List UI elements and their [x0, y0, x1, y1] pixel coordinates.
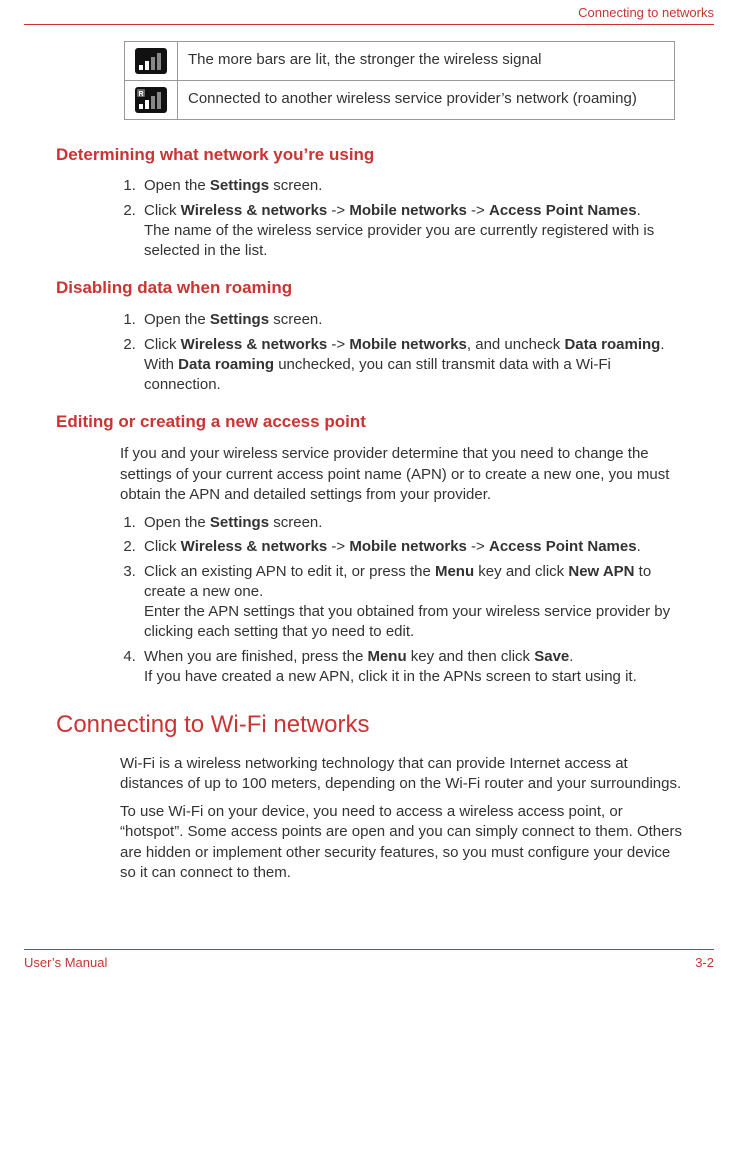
wifi-paragraph-1: Wi-Fi is a wireless networking technolog…	[120, 754, 682, 795]
list-item: Click Wireless & networks -> Mobile netw…	[140, 335, 682, 396]
list-item: Click Wireless & networks -> Mobile netw…	[140, 201, 682, 262]
footer-manual-label: User’s Manual	[24, 954, 107, 972]
disable-roaming-steps: Open the Settings screen. Click Wireless…	[120, 310, 682, 395]
list-item: Click an existing APN to edit it, or pre…	[140, 562, 682, 643]
wifi-paragraph-2: To use Wi-Fi on your device, you need to…	[120, 802, 682, 883]
determine-network-steps: Open the Settings screen. Click Wireless…	[120, 176, 682, 261]
roaming-description: Connected to another wireless service pr…	[178, 80, 675, 119]
signal-bars-icon	[135, 48, 167, 74]
list-item: When you are finished, press the Menu ke…	[140, 647, 682, 688]
heading-disable-roaming: Disabling data when roaming	[56, 277, 682, 300]
heading-wifi: Connecting to Wi-Fi networks	[56, 709, 682, 741]
list-item: Open the Settings screen.	[140, 513, 682, 533]
status-icon-table: The more bars are lit, the stronger the …	[124, 41, 675, 120]
heading-determine-network: Determining what network you’re using	[56, 144, 682, 167]
signal-strength-icon-cell	[125, 41, 178, 80]
signal-bars-roaming-icon: R	[135, 87, 167, 113]
roaming-icon-cell: R	[125, 80, 178, 119]
edit-apn-steps: Open the Settings screen. Click Wireless…	[120, 513, 682, 687]
footer-rule	[24, 949, 714, 950]
list-item: Open the Settings screen.	[140, 310, 682, 330]
svg-text:R: R	[138, 91, 143, 98]
list-item: Click Wireless & networks -> Mobile netw…	[140, 537, 682, 557]
header-breadcrumb: Connecting to networks	[578, 5, 714, 20]
list-item: Open the Settings screen.	[140, 176, 682, 196]
edit-apn-intro: If you and your wireless service provide…	[120, 444, 682, 505]
signal-strength-description: The more bars are lit, the stronger the …	[178, 41, 675, 80]
footer-page-number: 3-2	[695, 954, 714, 972]
heading-edit-apn: Editing or creating a new access point	[56, 411, 682, 434]
header-rule	[24, 24, 714, 25]
